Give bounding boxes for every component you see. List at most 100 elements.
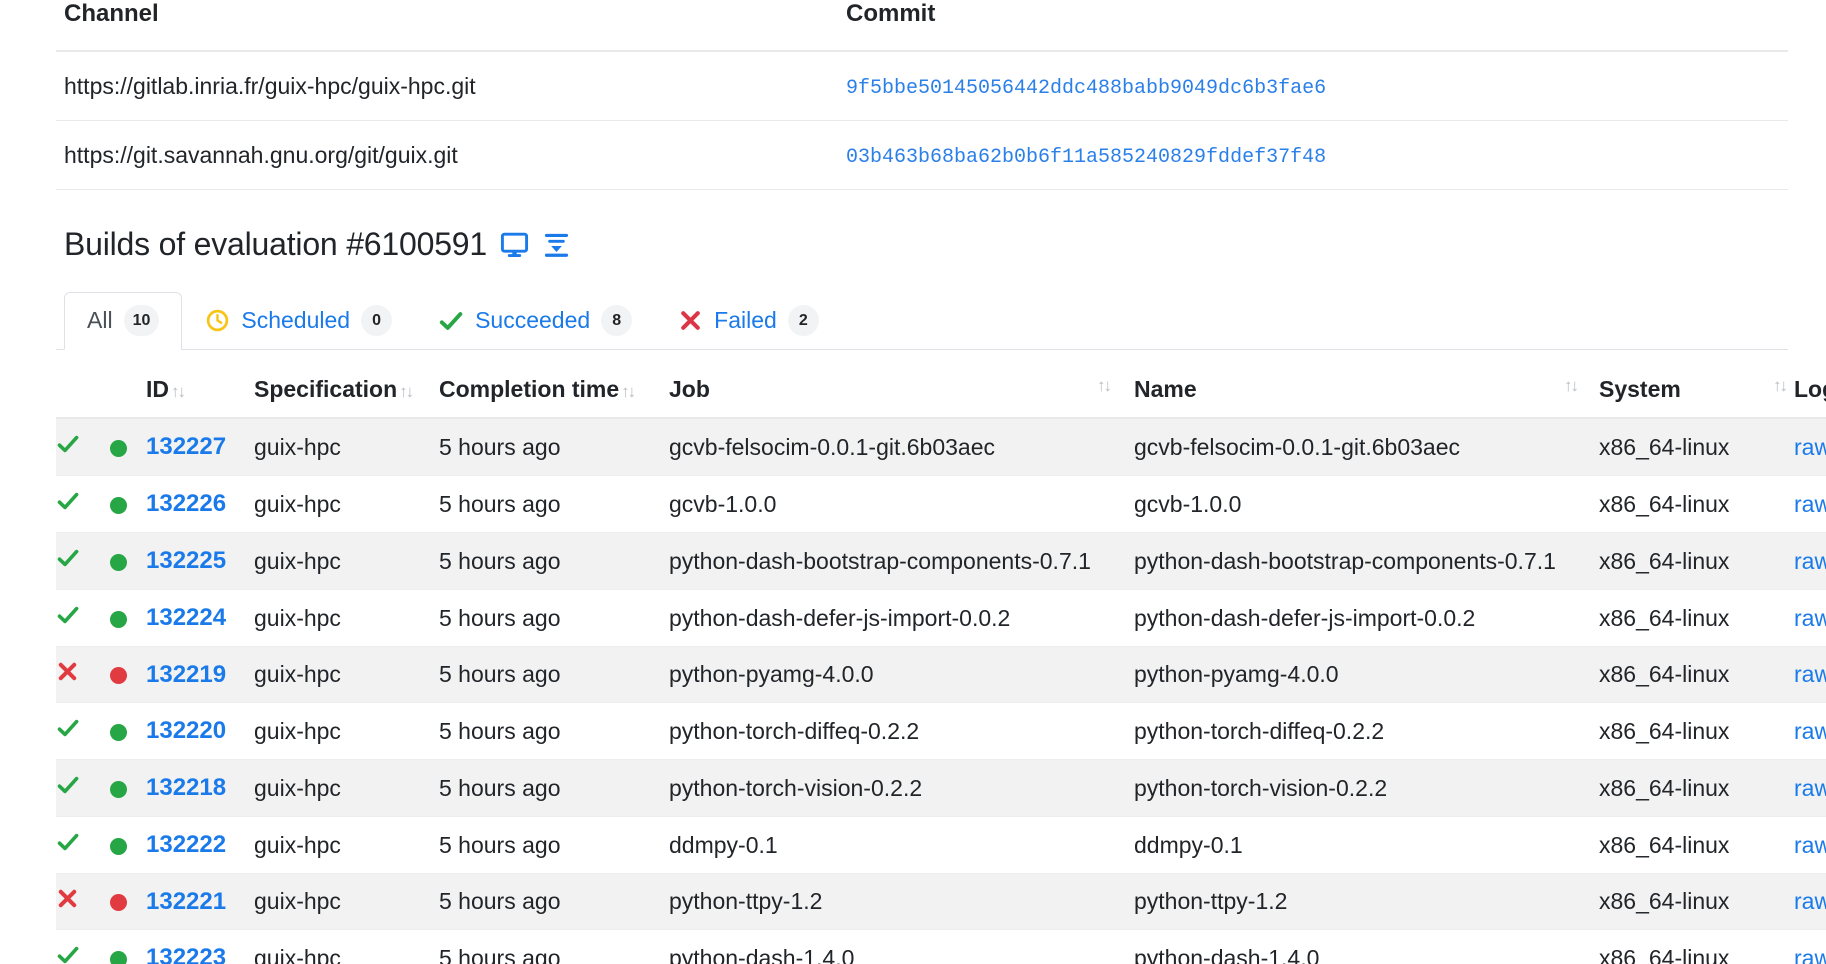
raw-log-link[interactable]: raw — [1794, 661, 1826, 687]
channels-header-commit: Commit — [846, 0, 1788, 52]
build-system: x86_64-linux — [1599, 646, 1794, 703]
status-icon-cell — [56, 873, 110, 930]
build-log-cell: raw — [1794, 418, 1826, 476]
build-id-link[interactable]: 132222 — [146, 831, 226, 858]
channels-table-head: Channel Commit — [56, 0, 1788, 52]
build-id-cell: 132219 — [146, 646, 254, 703]
raw-log-link[interactable]: raw — [1794, 491, 1826, 517]
build-system: x86_64-linux — [1599, 532, 1794, 590]
table-row: 132225 guix-hpc 5 hours ago python-dash-boo… — [56, 532, 1826, 590]
build-log-cell: raw — [1794, 646, 1826, 703]
cross-icon — [56, 660, 79, 683]
status-dot-cell — [110, 646, 146, 703]
raw-log-link[interactable]: raw — [1794, 888, 1826, 914]
build-id-link[interactable]: 132218 — [146, 774, 226, 801]
sort-toggle-name[interactable]: ↑↓ — [1562, 376, 1599, 396]
check-icon — [56, 489, 80, 513]
build-id-link[interactable]: 132221 — [146, 888, 226, 915]
sort-toggle-completion-time[interactable]: ↑↓ — [619, 382, 636, 402]
build-log-cell: raw — [1794, 532, 1826, 590]
build-id-link[interactable]: 132225 — [146, 547, 226, 574]
tab-succeeded-count: 8 — [601, 305, 633, 336]
channel-commit-cell: 03b463b68ba62b0b6f11a585240829fddef37f48 — [846, 120, 1788, 190]
status-dot — [110, 610, 127, 628]
status-icon-cell — [56, 418, 110, 476]
table-row: 132221 guix-hpc 5 hours ago python-ttpy-1.2… — [56, 873, 1826, 930]
cross-icon — [56, 887, 79, 910]
build-completion-time: 5 hours ago — [439, 646, 669, 703]
build-name: gcvb-felsocim-0.0.1-git.6b03aec — [1134, 418, 1599, 476]
channel-commit-cell: 9f5bbe50145056442ddc488babb9049dc6b3fae6 — [846, 51, 1788, 121]
builds-header-completion-time-label: Completion time — [439, 376, 620, 402]
check-icon — [56, 603, 80, 627]
commit-link[interactable]: 03b463b68ba62b0b6f11a585240829fddef37f48 — [846, 146, 1326, 169]
build-log-cell: raw — [1794, 475, 1826, 533]
build-name: python-dash-defer-js-import-0.0.2 — [1134, 589, 1599, 647]
raw-log-link[interactable]: raw — [1794, 718, 1826, 744]
status-dot-cell — [110, 418, 146, 476]
build-id-link[interactable]: 132219 — [146, 661, 226, 688]
raw-log-link[interactable]: raw — [1794, 775, 1826, 801]
status-icon-cell — [56, 702, 110, 760]
raw-log-link[interactable]: raw — [1794, 945, 1826, 964]
build-specification: guix-hpc — [254, 816, 439, 874]
sort-toggle-job[interactable]: ↑↓ — [1095, 376, 1134, 396]
build-log-cell: raw — [1794, 702, 1826, 760]
builds-header-system: System ↑↓ — [1599, 358, 1794, 419]
status-dot-cell — [110, 873, 146, 930]
tab-failed[interactable]: Failed 2 — [655, 292, 842, 349]
table-row: 132227 guix-hpc 5 hours ago gcvb-felsocim-0… — [56, 418, 1826, 476]
build-id-link[interactable]: 132223 — [146, 944, 226, 964]
sort-toggle-system[interactable]: ↑↓ — [1771, 376, 1794, 396]
monitor-icon[interactable] — [500, 230, 529, 259]
build-specification: guix-hpc — [254, 418, 439, 476]
build-id-link[interactable]: 132227 — [146, 433, 226, 460]
filter-icon[interactable] — [542, 230, 571, 259]
page-title-row: Builds of evaluation #6100591 — [64, 228, 1788, 260]
tab-all[interactable]: All 10 — [64, 292, 183, 350]
build-completion-time: 5 hours ago — [439, 532, 669, 590]
build-id-cell: 132218 — [146, 759, 254, 817]
build-completion-time: 5 hours ago — [439, 702, 669, 760]
tab-scheduled[interactable]: Scheduled 0 — [182, 292, 415, 349]
build-job: python-dash-bootstrap-components-0.7.1 — [669, 532, 1134, 590]
build-name: python-torch-diffeq-0.2.2 — [1134, 702, 1599, 760]
builds-header-completion-time: Completion time ↑↓ — [439, 358, 669, 419]
commit-link[interactable]: 9f5bbe50145056442ddc488babb9049dc6b3fae6 — [846, 77, 1326, 100]
sort-toggle-id[interactable]: ↑↓ — [169, 382, 186, 402]
build-name: python-pyamg-4.0.0 — [1134, 646, 1599, 703]
build-system: x86_64-linux — [1599, 418, 1794, 476]
raw-log-link[interactable]: raw — [1794, 832, 1826, 858]
build-specification: guix-hpc — [254, 759, 439, 817]
build-id-link[interactable]: 132224 — [146, 604, 226, 631]
raw-log-link[interactable]: raw — [1794, 548, 1826, 574]
builds-header-status — [56, 358, 110, 419]
sort-toggle-specification[interactable]: ↑↓ — [397, 382, 414, 402]
status-icon-cell — [56, 646, 110, 703]
tab-succeeded[interactable]: Succeeded 8 — [415, 292, 655, 349]
table-row: 132223 guix-hpc 5 hours ago python-dash-1.4… — [56, 929, 1826, 964]
build-id-cell: 132226 — [146, 475, 254, 533]
build-completion-time: 5 hours ago — [439, 759, 669, 817]
build-job: gcvb-felsocim-0.0.1-git.6b03aec — [669, 418, 1134, 476]
build-log-cell: raw — [1794, 589, 1826, 647]
build-id-cell: 132220 — [146, 702, 254, 760]
build-name: python-dash-1.4.0 — [1134, 929, 1599, 964]
build-job: python-torch-vision-0.2.2 — [669, 759, 1134, 817]
cross-icon — [678, 308, 703, 333]
raw-log-link[interactable]: raw — [1794, 605, 1826, 631]
build-id-link[interactable]: 132226 — [146, 490, 226, 517]
build-id-cell: 132225 — [146, 532, 254, 590]
build-id-link[interactable]: 132220 — [146, 717, 226, 744]
table-row: 132222 guix-hpc 5 hours ago ddmpy-0.1 ddmpy-… — [56, 816, 1826, 874]
builds-header-name: Name ↑↓ — [1134, 358, 1599, 419]
raw-log-link[interactable]: raw — [1794, 434, 1826, 460]
status-dot-cell — [110, 475, 146, 533]
build-system: x86_64-linux — [1599, 873, 1794, 930]
build-job: ddmpy-0.1 — [669, 816, 1134, 874]
build-id-cell: 132221 — [146, 873, 254, 930]
builds-header-job: Job ↑↓ — [669, 358, 1134, 419]
build-specification: guix-hpc — [254, 873, 439, 930]
build-log-cell: raw — [1794, 873, 1826, 930]
build-specification: guix-hpc — [254, 589, 439, 647]
